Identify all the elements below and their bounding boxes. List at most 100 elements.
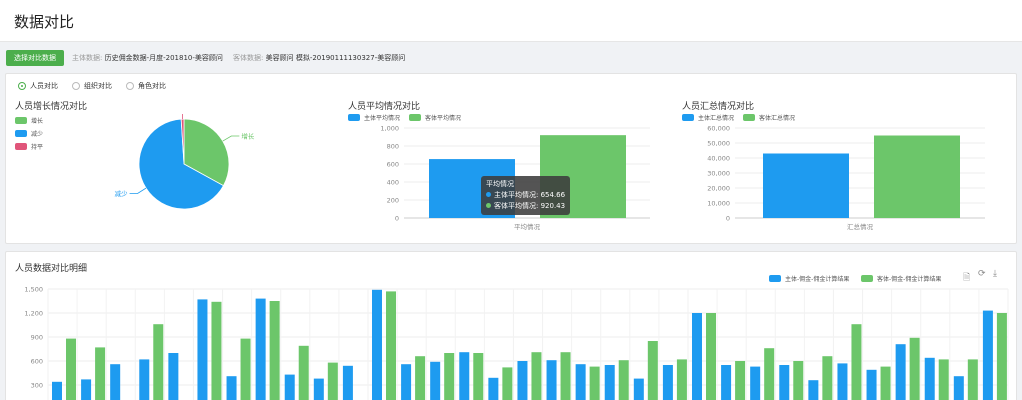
bar[interactable] xyxy=(327,362,338,400)
bar[interactable] xyxy=(647,341,658,400)
sum-chart-title: 人员汇总情况对比 xyxy=(682,102,755,112)
bar[interactable] xyxy=(226,376,237,400)
download-icon[interactable]: ⤓ xyxy=(993,269,997,279)
legend-swatch xyxy=(409,114,421,121)
bar[interactable] xyxy=(211,301,222,400)
legend-object-avg[interactable]: 客体平均情况 xyxy=(409,113,461,122)
bar[interactable] xyxy=(589,366,600,400)
bar[interactable] xyxy=(953,376,964,400)
bar[interactable] xyxy=(764,348,775,400)
radio-role-compare[interactable]: 角色对比 xyxy=(126,81,166,91)
legend-decrease[interactable]: 减少 xyxy=(15,129,43,138)
bar[interactable] xyxy=(924,357,935,400)
bar[interactable] xyxy=(676,359,687,400)
pie-label-line xyxy=(129,187,147,194)
y-tick-label: 1,000 xyxy=(380,125,399,133)
bar[interactable] xyxy=(866,369,877,400)
pie-slice-label: 减少 xyxy=(115,189,129,198)
bar[interactable] xyxy=(342,365,353,400)
detail-bar-chart[interactable]: 300 600 900 1,200 1,500 xyxy=(6,282,1016,400)
bar[interactable] xyxy=(996,313,1007,400)
bar[interactable] xyxy=(531,352,542,400)
bar[interactable] xyxy=(808,380,819,400)
bar[interactable] xyxy=(575,364,586,400)
bar[interactable] xyxy=(909,337,920,400)
bar[interactable] xyxy=(139,359,150,400)
bar[interactable] xyxy=(153,324,164,400)
bar[interactable] xyxy=(618,360,629,400)
bar[interactable] xyxy=(459,352,470,400)
legend-object-sum[interactable]: 客体汇总情况 xyxy=(743,113,795,122)
legend-label: 增长 xyxy=(31,118,44,125)
bar[interactable] xyxy=(110,364,121,400)
bar[interactable] xyxy=(415,356,426,400)
object-data-value: 美容顾问 模拟-20190111130327-美容顾问 xyxy=(265,54,406,62)
bar[interactable] xyxy=(763,153,849,219)
bar[interactable] xyxy=(401,364,412,400)
bar[interactable] xyxy=(662,365,673,400)
legend-subject-sum[interactable]: 主体汇总情况 xyxy=(682,113,734,122)
refresh-icon[interactable]: ⟳ xyxy=(978,269,986,279)
bar[interactable] xyxy=(692,313,702,400)
bar[interactable] xyxy=(313,378,324,400)
bar[interactable] xyxy=(706,313,716,400)
bar[interactable] xyxy=(604,365,615,400)
bar[interactable] xyxy=(168,353,179,400)
pie-chart-title: 人员增长情况对比 xyxy=(15,102,88,112)
bar[interactable] xyxy=(386,291,396,400)
y-tick-label: 200 xyxy=(387,197,399,205)
bar[interactable] xyxy=(197,299,208,400)
bar[interactable] xyxy=(81,379,92,400)
bar[interactable] xyxy=(473,353,484,400)
bar[interactable] xyxy=(66,338,76,400)
bar[interactable] xyxy=(851,324,862,400)
legend-label: 主体平均情况 xyxy=(364,115,401,122)
page-title: 数据对比 xyxy=(14,13,75,31)
bar[interactable] xyxy=(874,135,960,219)
bar[interactable] xyxy=(240,338,251,400)
bar[interactable] xyxy=(721,365,732,400)
y-tick-label: 900 xyxy=(31,334,43,342)
bar[interactable] xyxy=(895,344,906,400)
radio-org-compare[interactable]: 组织对比 xyxy=(72,81,112,91)
bar[interactable] xyxy=(255,298,266,400)
pie-label-line xyxy=(222,135,240,142)
bar[interactable] xyxy=(750,366,761,400)
bar[interactable] xyxy=(284,374,295,400)
bar[interactable] xyxy=(735,361,746,400)
detail-card: 人员数据对比明细 主体-佣金-佣金计算结果 客体-佣金-佣金计算结果 🗎 ⟳ ⤓… xyxy=(5,251,1017,400)
bar[interactable] xyxy=(560,352,571,400)
bar[interactable] xyxy=(793,361,804,400)
legend-swatch xyxy=(743,114,755,121)
bar[interactable] xyxy=(779,365,790,400)
tooltip-dot xyxy=(486,192,491,197)
bar[interactable] xyxy=(502,367,513,400)
pie-chart[interactable]: 增长减少持平 xyxy=(106,114,286,224)
radio-person-compare[interactable]: 人员对比 xyxy=(18,81,58,91)
radio-unchecked-icon xyxy=(126,82,134,90)
bar[interactable] xyxy=(633,378,644,400)
legend-flat[interactable]: 持平 xyxy=(15,142,43,151)
bar[interactable] xyxy=(938,359,949,400)
legend-increase[interactable]: 增长 xyxy=(15,116,43,125)
sum-bar-chart[interactable]: 0 10,000 20,000 30,000 40,000 50,000 60,000 汇总情… xyxy=(682,122,1012,240)
bar[interactable] xyxy=(967,359,978,400)
bar[interactable] xyxy=(517,361,528,400)
bar[interactable] xyxy=(822,356,833,400)
bar[interactable] xyxy=(52,381,62,400)
bar[interactable] xyxy=(430,361,441,400)
bar[interactable] xyxy=(269,301,280,400)
bar[interactable] xyxy=(837,363,848,400)
bar[interactable] xyxy=(372,289,382,400)
select-compare-data-button[interactable]: 选择对比数据 xyxy=(6,50,64,66)
legend-subject-avg[interactable]: 主体平均情况 xyxy=(348,113,400,122)
legend-swatch xyxy=(15,130,27,137)
bar[interactable] xyxy=(95,347,106,400)
bar[interactable] xyxy=(298,345,309,400)
bar[interactable] xyxy=(546,360,557,400)
bar[interactable] xyxy=(982,310,993,400)
legend-swatch xyxy=(15,117,27,124)
bar[interactable] xyxy=(488,377,499,400)
bar[interactable] xyxy=(444,353,455,400)
bar[interactable] xyxy=(880,366,891,400)
